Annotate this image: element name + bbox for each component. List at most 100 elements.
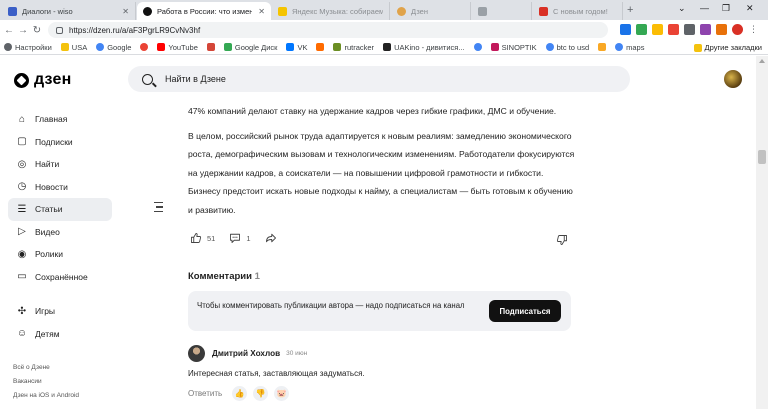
bookmark-item[interactable]: UAKino - дивитися... (383, 43, 465, 52)
forward-arrow-icon[interactable]: → (16, 25, 30, 36)
sidebar-item-articles[interactable]: ☰ Статьи (8, 198, 112, 221)
bookmark-item[interactable] (316, 43, 325, 51)
back-arrow-icon[interactable]: ← (2, 25, 16, 36)
sidebar-item-clips[interactable]: ◉ Ролики (8, 243, 112, 266)
site-favicon-icon (8, 6, 17, 16)
sinoptik-icon (490, 43, 499, 51)
apps-link[interactable]: Дзен на iOS и Android (13, 389, 79, 403)
table-of-contents-icon[interactable] (154, 202, 163, 215)
comments-button[interactable]: 1 (229, 232, 251, 244)
lock-icon (56, 26, 63, 34)
reload-icon[interactable]: ↻ (30, 25, 44, 36)
commenter-name[interactable]: Дмитрий Хохлов (212, 349, 280, 358)
extension-icon[interactable] (620, 24, 631, 35)
tab-search-icon[interactable]: ⌄ (678, 3, 686, 14)
bookmark-item[interactable] (140, 43, 149, 51)
site-header: дзен Найти в Дзене (0, 56, 768, 102)
like-button[interactable]: 51 (190, 232, 215, 244)
browser-tab-active[interactable]: Работа в России: что изменилось ✕ (137, 2, 271, 20)
other-bookmarks[interactable]: Другие закладки (693, 43, 762, 52)
browser-tab[interactable]: Дзен (391, 2, 471, 20)
sidebar-item-saved[interactable]: ▭ Сохранённое (8, 266, 112, 289)
bookmark-item[interactable]: USA (60, 43, 87, 52)
home-icon: ⌂ (18, 113, 26, 125)
dzen-favicon-icon (143, 6, 152, 16)
vacancies-link[interactable]: Вакансии (13, 375, 79, 389)
more-menu-icon[interactable]: ⋮ (748, 24, 759, 35)
bookmark-item[interactable]: Google (96, 43, 131, 52)
profile-icon[interactable] (732, 24, 743, 35)
bookmark-item[interactable]: rutracker (333, 43, 374, 52)
bookmark-item[interactable] (473, 43, 482, 51)
address-bar[interactable]: https://dzen.ru/a/aF3PgrLR9CvNv3hf (48, 22, 608, 38)
bookmark-item[interactable]: btc to usd (545, 43, 589, 52)
sidebar-item-games[interactable]: ✣ Игры (8, 300, 112, 323)
about-link[interactable]: Всё о Дзене (13, 361, 79, 375)
site-icon (473, 43, 482, 51)
news-icon: ◷ (17, 181, 27, 193)
article-paragraph: В целом, российский рынок труда адаптиру… (188, 130, 575, 215)
sidebar-item-subscriptions[interactable]: ▢ Подписки (8, 131, 112, 154)
extensions-area: ⋮ (620, 24, 759, 35)
share-icon (265, 233, 276, 243)
bookmark-item[interactable]: maps (615, 43, 644, 52)
sidebar-item-home[interactable]: ⌂ Главная (8, 108, 112, 131)
close-tab-icon[interactable]: ✕ (252, 7, 265, 16)
comment-icon (230, 233, 241, 243)
commenter-avatar[interactable] (188, 345, 205, 362)
browser-tab[interactable]: Яндекс Музыка: собираем музы (272, 2, 390, 20)
article-paragraph: 47% компаний делают ставку на удержание … (188, 106, 557, 116)
thumbs-down-reaction-icon[interactable]: 👎 (253, 386, 269, 401)
search-input[interactable]: Найти в Дзене (128, 66, 630, 92)
thumbs-up-reaction-icon[interactable]: 👍 (232, 386, 248, 401)
uakino-icon (383, 43, 392, 51)
folder-icon (60, 43, 69, 51)
sidebar-item-search[interactable]: ◎ Найти (8, 153, 112, 176)
google-drive-icon (223, 43, 232, 51)
sidebar-item-kids[interactable]: ☺ Детям (8, 323, 112, 346)
new-tab-button[interactable]: + (627, 4, 633, 16)
page-scrollbar[interactable] (756, 56, 768, 409)
reply-button[interactable]: Ответить (188, 389, 222, 398)
extension-icon[interactable] (652, 24, 663, 35)
bookmark-item[interactable] (206, 43, 215, 51)
bookmark-item[interactable]: Настройки (4, 43, 52, 52)
site-icon (140, 43, 149, 51)
youtube-icon (157, 43, 166, 51)
bookmark-item[interactable]: SINOPTIK (490, 43, 537, 52)
bookmark-item[interactable] (598, 43, 607, 51)
sidebar-item-news[interactable]: ◷ Новости (8, 176, 112, 199)
close-window-icon[interactable]: ✕ (746, 3, 754, 14)
scrollbar-thumb[interactable] (758, 150, 766, 164)
browser-tab[interactable] (472, 2, 532, 20)
maximize-icon[interactable]: ❐ (722, 3, 730, 14)
extension-icon[interactable] (700, 24, 711, 35)
user-avatar[interactable] (724, 70, 742, 88)
extension-icon[interactable] (636, 24, 647, 35)
vk-icon (286, 43, 295, 51)
share-button[interactable] (265, 232, 277, 244)
dislike-button[interactable] (556, 233, 568, 251)
sidebar-nav: ⌂ Главная ▢ Подписки ◎ Найти ◷ Новости ☰… (8, 108, 112, 345)
reaction-face-icon[interactable]: 🐷 (274, 386, 290, 401)
folder-icon (693, 43, 702, 52)
extension-icon[interactable] (684, 24, 695, 35)
minimize-icon[interactable]: — (700, 3, 709, 13)
clips-icon: ◉ (17, 248, 27, 260)
dzen-logo[interactable]: дзен (14, 71, 71, 89)
browser-tab[interactable]: С новым годом! (533, 2, 623, 20)
extension-icon[interactable] (668, 24, 679, 35)
browser-tab[interactable]: Диалоги - wiso ✕ (2, 2, 136, 20)
bookmark-item[interactable]: Google Диск (223, 43, 277, 52)
extension-icon[interactable] (716, 24, 727, 35)
subscribe-button[interactable]: Подписаться (489, 300, 561, 322)
bookmark-item[interactable]: YouTube (157, 43, 198, 52)
scroll-up-arrow-icon[interactable] (759, 59, 765, 63)
comment-text: Интересная статья, заставляющая задумать… (188, 369, 365, 378)
google-icon (545, 43, 554, 51)
video-icon: ▷ (18, 226, 26, 238)
sidebar-item-video[interactable]: ▷ Видео (8, 221, 112, 244)
close-tab-icon[interactable]: ✕ (116, 7, 129, 16)
gamepad-icon: ✣ (17, 305, 27, 317)
bookmark-item[interactable]: VK (286, 43, 307, 52)
